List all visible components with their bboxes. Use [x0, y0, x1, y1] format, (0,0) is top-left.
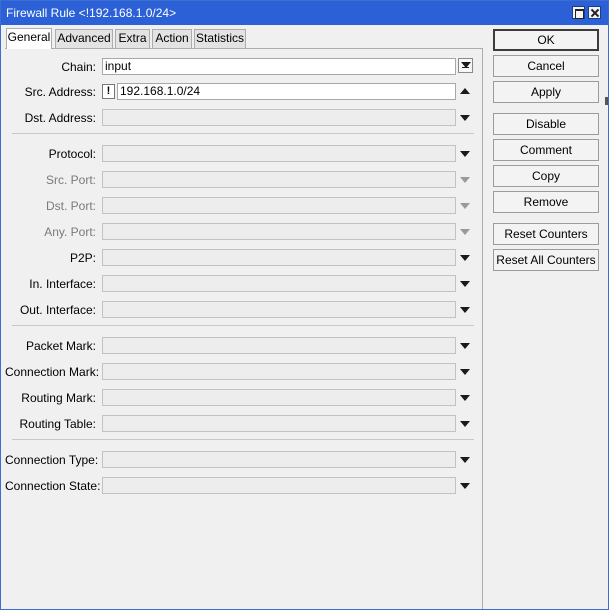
protocol-dropdown-icon[interactable] — [459, 148, 471, 160]
separator — [12, 133, 474, 134]
routing-table-input[interactable] — [102, 415, 456, 432]
any-port-label: Any. Port: — [44, 225, 96, 239]
src-address-collapse-icon[interactable] — [459, 86, 471, 98]
ok-button[interactable]: OK — [493, 29, 599, 51]
cancel-button[interactable]: Cancel — [493, 55, 599, 77]
p2p-label: P2P: — [69, 251, 96, 265]
out-interface-input[interactable] — [102, 301, 456, 318]
in-interface-dropdown-icon[interactable] — [459, 278, 471, 290]
tab-general[interactable]: General — [6, 28, 52, 49]
src-address-not-toggle[interactable]: ! — [102, 84, 115, 99]
routing-table-dropdown-icon[interactable] — [459, 418, 471, 430]
maximize-icon[interactable] — [572, 6, 585, 19]
close-icon[interactable] — [588, 6, 601, 19]
dst-port-input — [102, 197, 456, 214]
connection-mark-dropdown-icon[interactable] — [459, 366, 471, 378]
apply-button[interactable]: Apply — [493, 81, 599, 103]
reset-counters-button[interactable]: Reset Counters — [493, 223, 599, 245]
p2p-dropdown-icon[interactable] — [459, 252, 471, 264]
src-port-label: Src. Port: — [45, 173, 96, 187]
background-window-edge — [605, 97, 608, 105]
protocol-label: Protocol: — [48, 147, 96, 161]
routing-mark-dropdown-icon[interactable] — [459, 392, 471, 404]
chain-label: Chain: — [61, 60, 96, 74]
connection-state-label: Connection State: — [5, 479, 101, 493]
in-interface-input[interactable] — [102, 275, 456, 292]
disable-button[interactable]: Disable — [493, 113, 599, 135]
src-port-dropdown-icon — [459, 174, 471, 186]
tab-advanced[interactable]: Advanced — [55, 29, 113, 48]
any-port-input — [102, 223, 456, 240]
chain-input[interactable]: input — [102, 58, 456, 75]
connection-type-dropdown-icon[interactable] — [459, 454, 471, 466]
packet-mark-input[interactable] — [102, 337, 456, 354]
out-interface-dropdown-icon[interactable] — [459, 304, 471, 316]
connection-type-input[interactable] — [102, 451, 456, 468]
tab-extra[interactable]: Extra — [115, 29, 150, 48]
dst-port-label: Dst. Port: — [45, 199, 96, 213]
src-address-input[interactable]: 192.168.1.0/24 — [117, 83, 456, 100]
separator — [12, 325, 474, 326]
connection-type-label: Connection Type: — [5, 453, 99, 467]
connection-state-dropdown-icon[interactable] — [459, 480, 471, 492]
protocol-input[interactable] — [102, 145, 456, 162]
title-bar[interactable]: Firewall Rule <!192.168.1.0/24> — [1, 1, 608, 25]
routing-mark-input[interactable] — [102, 389, 456, 406]
in-interface-label: In. Interface: — [29, 277, 96, 291]
chain-dropdown-icon[interactable] — [458, 58, 473, 73]
packet-mark-label: Packet Mark: — [25, 339, 96, 353]
p2p-input[interactable] — [102, 249, 456, 266]
dst-port-dropdown-icon — [459, 200, 471, 212]
dst-address-dropdown-icon[interactable] — [459, 112, 471, 124]
routing-mark-label: Routing Mark: — [21, 391, 96, 405]
window-title: Firewall Rule <!192.168.1.0/24> — [6, 6, 177, 20]
firewall-rule-window: Firewall Rule <!192.168.1.0/24> General … — [0, 0, 609, 610]
packet-mark-dropdown-icon[interactable] — [459, 340, 471, 352]
connection-mark-label: Connection Mark: — [5, 365, 100, 379]
reset-all-counters-button[interactable]: Reset All Counters — [493, 249, 599, 271]
general-tab-panel: Chain: input Src. Address: ! 192.168.1.0… — [5, 48, 483, 609]
tab-action[interactable]: Action — [152, 29, 192, 48]
copy-button[interactable]: Copy — [493, 165, 599, 187]
remove-button[interactable]: Remove — [493, 191, 599, 213]
src-address-label: Src. Address: — [24, 85, 96, 99]
connection-state-input[interactable] — [102, 477, 456, 494]
routing-table-label: Routing Table: — [19, 417, 97, 431]
dst-address-input[interactable] — [102, 109, 456, 126]
tab-statistics[interactable]: Statistics — [194, 29, 246, 48]
separator — [12, 439, 474, 440]
connection-mark-input[interactable] — [102, 363, 456, 380]
dst-address-label: Dst. Address: — [24, 111, 96, 125]
out-interface-label: Out. Interface: — [19, 303, 96, 317]
comment-button[interactable]: Comment — [493, 139, 599, 161]
any-port-dropdown-icon — [459, 226, 471, 238]
src-port-input — [102, 171, 456, 188]
